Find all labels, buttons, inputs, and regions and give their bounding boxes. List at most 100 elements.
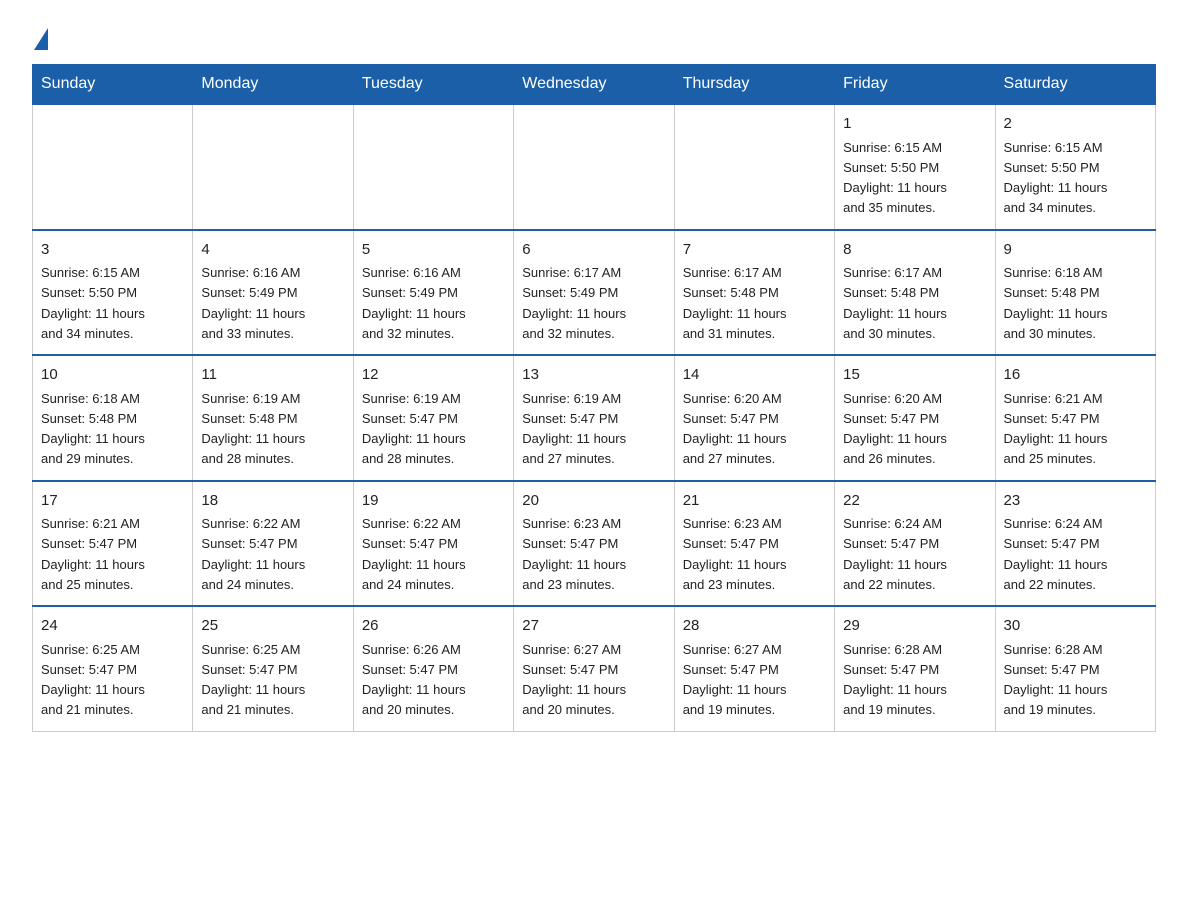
- calendar-cell: [674, 104, 834, 230]
- calendar-cell: 30 Sunrise: 6:28 AMSunset: 5:47 PMDayligh…: [995, 606, 1155, 731]
- day-number: 5: [362, 239, 505, 262]
- calendar-cell: 24 Sunrise: 6:25 AMSunset: 5:47 PMDayligh…: [33, 606, 193, 731]
- day-info: Sunrise: 6:23 AMSunset: 5:47 PMDaylight:…: [522, 516, 626, 592]
- calendar-cell: 17 Sunrise: 6:21 AMSunset: 5:47 PMDayligh…: [33, 481, 193, 607]
- day-number: 23: [1004, 490, 1147, 513]
- col-header-saturday: Saturday: [995, 65, 1155, 105]
- day-number: 25: [201, 615, 344, 638]
- col-header-tuesday: Tuesday: [353, 65, 513, 105]
- calendar-cell: 21 Sunrise: 6:23 AMSunset: 5:47 PMDayligh…: [674, 481, 834, 607]
- calendar-week-row: 3 Sunrise: 6:15 AMSunset: 5:50 PMDaylight…: [33, 230, 1156, 356]
- day-number: 8: [843, 239, 986, 262]
- day-info: Sunrise: 6:24 AMSunset: 5:47 PMDaylight:…: [843, 516, 947, 592]
- day-info: Sunrise: 6:15 AMSunset: 5:50 PMDaylight:…: [843, 140, 947, 216]
- calendar-cell: 28 Sunrise: 6:27 AMSunset: 5:47 PMDayligh…: [674, 606, 834, 731]
- day-number: 26: [362, 615, 505, 638]
- day-info: Sunrise: 6:17 AMSunset: 5:48 PMDaylight:…: [843, 265, 947, 341]
- day-info: Sunrise: 6:19 AMSunset: 5:47 PMDaylight:…: [362, 391, 466, 467]
- day-info: Sunrise: 6:25 AMSunset: 5:47 PMDaylight:…: [201, 642, 305, 718]
- day-number: 21: [683, 490, 826, 513]
- day-info: Sunrise: 6:28 AMSunset: 5:47 PMDaylight:…: [1004, 642, 1108, 718]
- calendar-week-row: 24 Sunrise: 6:25 AMSunset: 5:47 PMDayligh…: [33, 606, 1156, 731]
- calendar-cell: 22 Sunrise: 6:24 AMSunset: 5:47 PMDayligh…: [835, 481, 995, 607]
- day-number: 28: [683, 615, 826, 638]
- day-number: 14: [683, 364, 826, 387]
- day-number: 6: [522, 239, 665, 262]
- day-number: 20: [522, 490, 665, 513]
- calendar-cell: 4 Sunrise: 6:16 AMSunset: 5:49 PMDaylight…: [193, 230, 353, 356]
- calendar-cell: 20 Sunrise: 6:23 AMSunset: 5:47 PMDayligh…: [514, 481, 674, 607]
- calendar-cell: 3 Sunrise: 6:15 AMSunset: 5:50 PMDaylight…: [33, 230, 193, 356]
- calendar-cell: 6Sunrise: 6:17 AMSunset: 5:49 PMDaylight…: [514, 230, 674, 356]
- day-info: Sunrise: 6:19 AMSunset: 5:47 PMDaylight:…: [522, 391, 626, 467]
- col-header-friday: Friday: [835, 65, 995, 105]
- day-info: Sunrise: 6:21 AMSunset: 5:47 PMDaylight:…: [41, 516, 145, 592]
- calendar-week-row: 1 Sunrise: 6:15 AMSunset: 5:50 PMDaylight…: [33, 104, 1156, 230]
- day-info: Sunrise: 6:25 AMSunset: 5:47 PMDaylight:…: [41, 642, 145, 718]
- day-number: 4: [201, 239, 344, 262]
- day-number: 2: [1004, 113, 1147, 136]
- calendar-header-row: SundayMondayTuesdayWednesdayThursdayFrid…: [33, 65, 1156, 105]
- day-number: 30: [1004, 615, 1147, 638]
- day-number: 11: [201, 364, 344, 387]
- day-info: Sunrise: 6:23 AMSunset: 5:47 PMDaylight:…: [683, 516, 787, 592]
- calendar-cell: 14 Sunrise: 6:20 AMSunset: 5:47 PMDayligh…: [674, 355, 834, 481]
- day-info: Sunrise: 6:26 AMSunset: 5:47 PMDaylight:…: [362, 642, 466, 718]
- calendar-cell: [353, 104, 513, 230]
- logo-top: [32, 28, 48, 52]
- col-header-thursday: Thursday: [674, 65, 834, 105]
- calendar-cell: 2 Sunrise: 6:15 AMSunset: 5:50 PMDaylight…: [995, 104, 1155, 230]
- day-number: 12: [362, 364, 505, 387]
- calendar-cell: 15 Sunrise: 6:20 AMSunset: 5:47 PMDayligh…: [835, 355, 995, 481]
- day-info: Sunrise: 6:27 AMSunset: 5:47 PMDaylight:…: [683, 642, 787, 718]
- col-header-sunday: Sunday: [33, 65, 193, 105]
- day-info: Sunrise: 6:18 AMSunset: 5:48 PMDaylight:…: [41, 391, 145, 467]
- day-info: Sunrise: 6:16 AMSunset: 5:49 PMDaylight:…: [201, 265, 305, 341]
- day-info: Sunrise: 6:20 AMSunset: 5:47 PMDaylight:…: [843, 391, 947, 467]
- calendar-cell: 25 Sunrise: 6:25 AMSunset: 5:47 PMDayligh…: [193, 606, 353, 731]
- day-number: 16: [1004, 364, 1147, 387]
- day-info: Sunrise: 6:16 AMSunset: 5:49 PMDaylight:…: [362, 265, 466, 341]
- day-number: 22: [843, 490, 986, 513]
- calendar-cell: 13 Sunrise: 6:19 AMSunset: 5:47 PMDayligh…: [514, 355, 674, 481]
- day-number: 24: [41, 615, 184, 638]
- calendar-cell: [33, 104, 193, 230]
- day-info: Sunrise: 6:15 AMSunset: 5:50 PMDaylight:…: [41, 265, 145, 341]
- day-number: 13: [522, 364, 665, 387]
- col-header-wednesday: Wednesday: [514, 65, 674, 105]
- calendar-cell: 8 Sunrise: 6:17 AMSunset: 5:48 PMDaylight…: [835, 230, 995, 356]
- calendar-cell: 11 Sunrise: 6:19 AMSunset: 5:48 PMDayligh…: [193, 355, 353, 481]
- calendar-cell: 7 Sunrise: 6:17 AMSunset: 5:48 PMDaylight…: [674, 230, 834, 356]
- day-info: Sunrise: 6:22 AMSunset: 5:47 PMDaylight:…: [201, 516, 305, 592]
- day-info: Sunrise: 6:28 AMSunset: 5:47 PMDaylight:…: [843, 642, 947, 718]
- day-number: 15: [843, 364, 986, 387]
- day-info: Sunrise: 6:19 AMSunset: 5:48 PMDaylight:…: [201, 391, 305, 467]
- calendar-cell: 26 Sunrise: 6:26 AMSunset: 5:47 PMDayligh…: [353, 606, 513, 731]
- calendar-week-row: 17 Sunrise: 6:21 AMSunset: 5:47 PMDayligh…: [33, 481, 1156, 607]
- calendar-cell: 29Sunrise: 6:28 AMSunset: 5:47 PMDayligh…: [835, 606, 995, 731]
- day-info: Sunrise: 6:20 AMSunset: 5:47 PMDaylight:…: [683, 391, 787, 467]
- day-number: 27: [522, 615, 665, 638]
- day-number: 17: [41, 490, 184, 513]
- day-number: 3: [41, 239, 184, 262]
- calendar-cell: 18 Sunrise: 6:22 AMSunset: 5:47 PMDayligh…: [193, 481, 353, 607]
- calendar-week-row: 10Sunrise: 6:18 AMSunset: 5:48 PMDayligh…: [33, 355, 1156, 481]
- calendar-cell: 10Sunrise: 6:18 AMSunset: 5:48 PMDayligh…: [33, 355, 193, 481]
- day-info: Sunrise: 6:22 AMSunset: 5:47 PMDaylight:…: [362, 516, 466, 592]
- day-number: 9: [1004, 239, 1147, 262]
- calendar-cell: 23Sunrise: 6:24 AMSunset: 5:47 PMDayligh…: [995, 481, 1155, 607]
- calendar-cell: 19Sunrise: 6:22 AMSunset: 5:47 PMDayligh…: [353, 481, 513, 607]
- day-info: Sunrise: 6:17 AMSunset: 5:48 PMDaylight:…: [683, 265, 787, 341]
- day-info: Sunrise: 6:21 AMSunset: 5:47 PMDaylight:…: [1004, 391, 1108, 467]
- calendar-cell: [193, 104, 353, 230]
- calendar-cell: 5 Sunrise: 6:16 AMSunset: 5:49 PMDaylight…: [353, 230, 513, 356]
- header-area: [32, 24, 1156, 48]
- day-info: Sunrise: 6:15 AMSunset: 5:50 PMDaylight:…: [1004, 140, 1108, 216]
- day-number: 18: [201, 490, 344, 513]
- calendar-cell: 1 Sunrise: 6:15 AMSunset: 5:50 PMDaylight…: [835, 104, 995, 230]
- day-info: Sunrise: 6:27 AMSunset: 5:47 PMDaylight:…: [522, 642, 626, 718]
- day-number: 7: [683, 239, 826, 262]
- calendar-cell: 16 Sunrise: 6:21 AMSunset: 5:47 PMDayligh…: [995, 355, 1155, 481]
- calendar-cell: 9Sunrise: 6:18 AMSunset: 5:48 PMDaylight…: [995, 230, 1155, 356]
- day-number: 1: [843, 113, 986, 136]
